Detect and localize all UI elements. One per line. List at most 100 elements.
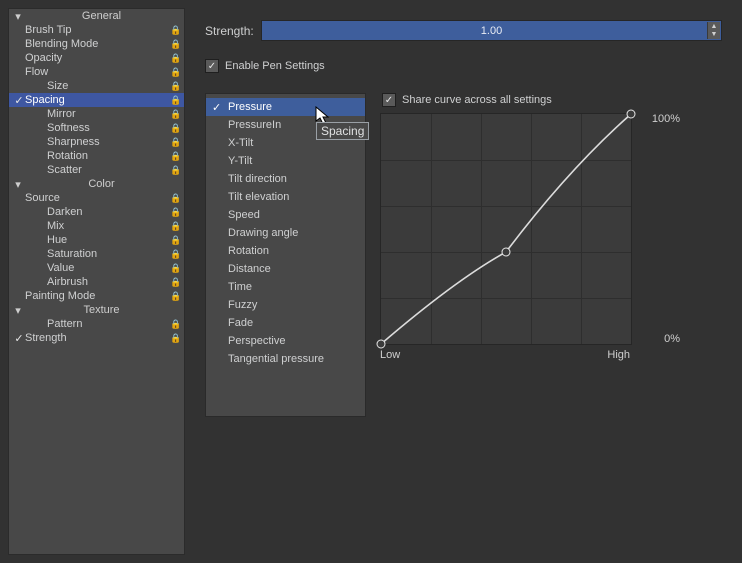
sidebar-item-rotation[interactable]: ✓Rotation🔒: [9, 149, 184, 163]
sidebar-item-sharpness[interactable]: ✓Sharpness🔒: [9, 135, 184, 149]
share-curve-checkbox[interactable]: ✓ Share curve across all settings: [382, 93, 722, 107]
main-panel: Strength: 1.00 ▲▼ ✓ Enable Pen Settings …: [185, 0, 742, 563]
lock-icon: 🔒: [170, 277, 180, 288]
sidebar-item-flow[interactable]: ✓Flow🔒: [9, 65, 184, 79]
sensor-label: Tilt elevation: [226, 191, 289, 203]
sidebar-item-label: Source: [25, 192, 170, 204]
sensor-item-y-tilt[interactable]: ✓Y-Tilt: [206, 152, 365, 170]
sensor-label: X-Tilt: [226, 137, 253, 149]
sidebar-item-label: Spacing: [25, 94, 170, 106]
strength-label: Strength:: [205, 24, 253, 38]
section-header[interactable]: ▾Color: [9, 177, 184, 191]
lock-icon: 🔒: [170, 193, 180, 204]
sensor-item-drawing-angle[interactable]: ✓Drawing angle: [206, 224, 365, 242]
sensor-label: Fuzzy: [226, 299, 257, 311]
lock-icon: 🔒: [170, 207, 180, 218]
section-title: Color: [23, 178, 180, 190]
sidebar-item-mirror[interactable]: ✓Mirror🔒: [9, 107, 184, 121]
sidebar-item-label: Pattern: [25, 318, 170, 330]
hover-tooltip: Spacing: [316, 122, 369, 140]
collapse-icon: ▾: [13, 178, 23, 191]
sidebar-item-darken[interactable]: ✓Darken🔒: [9, 205, 184, 219]
sidebar-item-label: Hue: [25, 234, 170, 246]
spin-down-icon[interactable]: ▼: [708, 31, 720, 40]
sensor-label: Tangential pressure: [226, 353, 324, 365]
sidebar-item-scatter[interactable]: ✓Scatter🔒: [9, 163, 184, 177]
sensor-item-fuzzy[interactable]: ✓Fuzzy: [206, 296, 365, 314]
curve-control-point[interactable]: [377, 340, 386, 349]
sidebar-item-value[interactable]: ✓Value🔒: [9, 261, 184, 275]
section-title: General: [23, 10, 180, 22]
sensor-item-tilt-elevation[interactable]: ✓Tilt elevation: [206, 188, 365, 206]
strength-spinbox[interactable]: 1.00 ▲▼: [261, 20, 722, 41]
sidebar-item-strength[interactable]: ✓Strength🔒: [9, 331, 184, 345]
sensor-item-speed[interactable]: ✓Speed: [206, 206, 365, 224]
sensor-item-tilt-direction[interactable]: ✓Tilt direction: [206, 170, 365, 188]
collapse-icon: ▾: [13, 10, 23, 23]
sidebar-item-hue[interactable]: ✓Hue🔒: [9, 233, 184, 247]
y-axis-top: 100%: [652, 113, 680, 125]
x-axis-right: High: [607, 349, 630, 361]
sensor-label: Rotation: [226, 245, 269, 257]
sidebar-item-label: Mirror: [25, 108, 170, 120]
y-axis-bot: 0%: [664, 333, 680, 345]
sidebar-item-blending-mode[interactable]: ✓Blending Mode🔒: [9, 37, 184, 51]
sidebar-item-opacity[interactable]: ✓Opacity🔒: [9, 51, 184, 65]
sensor-item-tangential-pressure[interactable]: ✓Tangential pressure: [206, 350, 365, 368]
lock-icon: 🔒: [170, 123, 180, 134]
curve-panel: ✓ Share curve across all settings 100% 0…: [380, 93, 722, 417]
sensor-label: Y-Tilt: [226, 155, 252, 167]
sensor-label: Tilt direction: [226, 173, 287, 185]
sensor-label: Distance: [226, 263, 271, 275]
spin-up-icon[interactable]: ▲: [708, 22, 720, 31]
sensor-label: Pressure: [226, 101, 272, 113]
lock-icon: 🔒: [170, 137, 180, 148]
lock-icon: 🔒: [170, 109, 180, 120]
lock-icon: 🔒: [170, 81, 180, 92]
curve-control-point[interactable]: [502, 248, 511, 257]
sidebar-item-airbrush[interactable]: ✓Airbrush🔒: [9, 275, 184, 289]
sidebar-item-mix[interactable]: ✓Mix🔒: [9, 219, 184, 233]
curve-control-point[interactable]: [627, 110, 636, 119]
sensor-item-distance[interactable]: ✓Distance: [206, 260, 365, 278]
sidebar-item-saturation[interactable]: ✓Saturation🔒: [9, 247, 184, 261]
lock-icon: 🔒: [170, 319, 180, 330]
lock-icon: 🔒: [170, 53, 180, 64]
sidebar-item-label: Sharpness: [25, 136, 170, 148]
lock-icon: 🔒: [170, 221, 180, 232]
settings-sidebar[interactable]: ▾General✓Brush Tip🔒✓Blending Mode🔒✓Opaci…: [8, 8, 185, 555]
sidebar-item-brush-tip[interactable]: ✓Brush Tip🔒: [9, 23, 184, 37]
sidebar-item-source[interactable]: ✓Source🔒: [9, 191, 184, 205]
sidebar-item-spacing[interactable]: ✓Spacing🔒: [9, 93, 184, 107]
sensor-item-rotation[interactable]: ✓Rotation: [206, 242, 365, 260]
sidebar-item-label: Rotation: [25, 150, 170, 162]
check-icon: ✓: [212, 101, 226, 114]
sidebar-item-softness[interactable]: ✓Softness🔒: [9, 121, 184, 135]
sensor-label: Perspective: [226, 335, 285, 347]
section-title: Texture: [23, 304, 180, 316]
sidebar-item-painting-mode[interactable]: ✓Painting Mode🔒: [9, 289, 184, 303]
sidebar-item-label: Scatter: [25, 164, 170, 176]
sensor-item-time[interactable]: ✓Time: [206, 278, 365, 296]
sensor-list[interactable]: ✓Pressure✓PressureIn✓X-Tilt✓Y-Tilt✓Tilt …: [205, 93, 366, 417]
lock-icon: 🔒: [170, 95, 180, 106]
check-icon: ✓: [13, 94, 25, 107]
sensor-item-fade[interactable]: ✓Fade: [206, 314, 365, 332]
sidebar-item-label: Size: [25, 80, 170, 92]
sidebar-item-size[interactable]: ✓Size🔒: [9, 79, 184, 93]
spin-arrows[interactable]: ▲▼: [707, 22, 720, 39]
share-curve-label: Share curve across all settings: [402, 94, 552, 106]
sidebar-item-pattern[interactable]: ✓Pattern🔒: [9, 317, 184, 331]
curve-graph[interactable]: [380, 113, 632, 345]
enable-pen-checkbox[interactable]: ✓ Enable Pen Settings: [205, 59, 722, 73]
sensor-label: PressureIn: [226, 119, 281, 131]
strength-value: 1.00: [481, 25, 502, 37]
section-header[interactable]: ▾General: [9, 9, 184, 23]
sensor-item-pressure[interactable]: ✓Pressure: [206, 98, 365, 116]
lock-icon: 🔒: [170, 235, 180, 246]
lock-icon: 🔒: [170, 25, 180, 36]
sensor-label: Speed: [226, 209, 260, 221]
sensor-item-perspective[interactable]: ✓Perspective: [206, 332, 365, 350]
section-header[interactable]: ▾Texture: [9, 303, 184, 317]
lock-icon: 🔒: [170, 67, 180, 78]
